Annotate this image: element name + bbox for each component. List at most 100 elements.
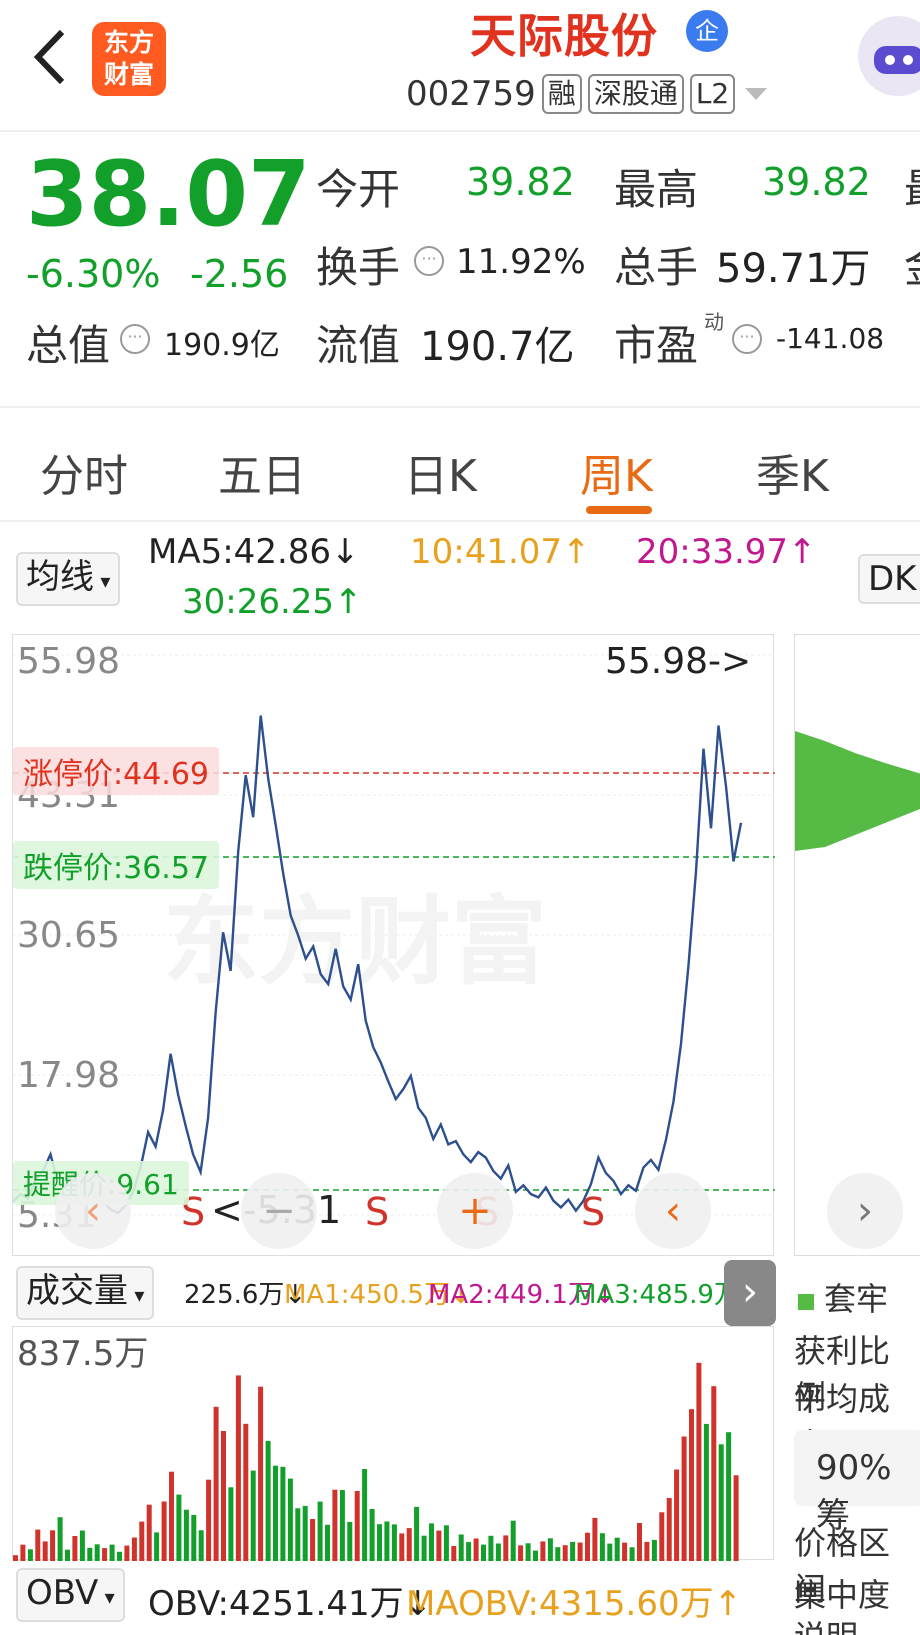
zoom-out-button[interactable]: − xyxy=(241,1173,317,1249)
tag-margin: 融 xyxy=(541,74,582,114)
volume-bar xyxy=(295,1508,301,1561)
dropdown-triangle-icon xyxy=(745,88,768,100)
volume-label: 总手 xyxy=(614,243,699,292)
float-value-label: 流值 xyxy=(316,321,401,370)
info-icon[interactable]: ··· xyxy=(414,246,444,276)
volume-bar xyxy=(310,1519,316,1561)
volume-bar xyxy=(674,1469,680,1561)
volume-bar xyxy=(458,1534,464,1561)
volume-bar xyxy=(481,1544,486,1562)
volume-bar xyxy=(124,1545,130,1561)
float-value: 190.7亿 xyxy=(420,324,575,370)
volume-bar xyxy=(265,1440,271,1561)
kline-chart[interactable]: 东方财富 55.9843.3130.6517.985.31 55.98-> <-… xyxy=(12,634,775,1256)
zoom-in-button[interactable]: + xyxy=(437,1173,513,1249)
volume-bar xyxy=(176,1494,182,1561)
chevron-right-icon[interactable]: › xyxy=(827,1173,903,1249)
info-icon[interactable]: ··· xyxy=(732,324,762,354)
volume-bar xyxy=(280,1466,286,1561)
open-label: 今开 xyxy=(316,165,401,214)
volume-bar xyxy=(302,1505,308,1561)
ma30-value: 30:26.25↑ xyxy=(182,582,363,622)
volume-selector[interactable]: 成交量 ▾ xyxy=(16,1266,155,1320)
maobv-value: MAOBV:4315.60万↑ xyxy=(406,1584,743,1624)
chip-profile xyxy=(795,731,920,851)
obv-value: OBV:4251.41万↓ xyxy=(148,1584,433,1624)
tab-daily-k[interactable]: 日K xyxy=(404,440,477,504)
volume-bar xyxy=(250,1470,256,1561)
volume-bar xyxy=(191,1514,197,1561)
assistant-avatar-icon[interactable] xyxy=(858,16,920,96)
volume-bar xyxy=(518,1545,524,1561)
volume-bar xyxy=(169,1471,174,1561)
tab-five-day[interactable]: 五日 xyxy=(218,440,306,504)
prev-page-button[interactable]: ‹ xyxy=(635,1173,711,1249)
volume-bar xyxy=(540,1541,546,1561)
y-tick-label: 30.65 xyxy=(17,915,120,956)
volume-bar xyxy=(637,1523,642,1561)
tab-quarterly-k[interactable]: 季K xyxy=(756,440,829,504)
ma10-value: 10:41.07↑ xyxy=(410,532,591,572)
volume-bar xyxy=(221,1431,226,1561)
volume-bar xyxy=(399,1533,405,1561)
dk-button[interactable]: DK xyxy=(858,554,920,604)
volume-bar xyxy=(258,1386,264,1561)
chevron-left-icon xyxy=(33,29,65,85)
high-label: 最高 xyxy=(614,165,699,214)
obv-selector[interactable]: OBV ▾ xyxy=(16,1568,125,1622)
volume-bar xyxy=(473,1538,479,1561)
volume-bar xyxy=(533,1550,538,1561)
volume-bar xyxy=(585,1532,590,1561)
chip-percent-selector[interactable]: 90%筹 xyxy=(794,1430,920,1536)
volume-bar xyxy=(332,1489,338,1561)
tag-connect: 深股通 xyxy=(587,74,684,114)
volume-bar xyxy=(13,1555,18,1562)
tab-weekly-k[interactable]: 周K xyxy=(580,440,653,504)
chip-distribution-panel: › xyxy=(794,634,920,1256)
volume-bar xyxy=(696,1362,702,1561)
volume-bar xyxy=(503,1535,509,1561)
scroll-left-button[interactable]: ‹ xyxy=(55,1173,131,1249)
tag-l2: L2 xyxy=(689,74,736,114)
volume-bar xyxy=(443,1525,449,1561)
volume-bar xyxy=(139,1521,145,1561)
app-logo: 东方 财富 xyxy=(92,22,166,96)
volume-svg: 837.5万 xyxy=(13,1334,739,1562)
limit-down-label: 跌停价:36.57 xyxy=(13,841,219,889)
volume-header-row: 成交量 ▾ 225.6万↓ MA1:450.5万↓ MA2:449.1万↓ MA… xyxy=(0,1260,920,1326)
volume-chart[interactable]: 837.5万 xyxy=(12,1326,774,1562)
stock-code-row[interactable]: 002759 融 深股通 L2 xyxy=(406,74,771,114)
volume-bar xyxy=(495,1543,501,1561)
volume-bar xyxy=(27,1549,33,1561)
ma-selector[interactable]: 均线 ▾ xyxy=(16,552,121,606)
volume-bar xyxy=(391,1524,397,1561)
volume-bar xyxy=(592,1517,598,1561)
obv-row: OBV ▾ OBV:4251.41万↓ MAOBV:4315.60万↑ xyxy=(0,1564,920,1634)
info-icon[interactable]: ··· xyxy=(120,324,150,354)
volume-bar xyxy=(414,1506,420,1561)
volume-bar xyxy=(20,1544,26,1561)
tab-intraday[interactable]: 分时 xyxy=(40,440,128,504)
max-annotation: 55.98-> xyxy=(605,641,751,682)
legend-swatch xyxy=(798,1294,814,1310)
turnover-value: 11.92% xyxy=(456,242,586,282)
volume-bar xyxy=(562,1545,568,1561)
volume-bar xyxy=(243,1423,249,1561)
logo-line2: 财富 xyxy=(103,60,154,89)
volume-value: 59.71万 xyxy=(716,246,871,292)
volume-bar xyxy=(547,1538,553,1561)
current-price: 38.07 xyxy=(26,142,311,247)
cut-label-2: 金 xyxy=(904,234,920,295)
y-tick-label: 55.98 xyxy=(17,641,120,682)
volume-bar xyxy=(347,1521,353,1561)
volume-bar xyxy=(198,1530,204,1561)
volume-bar xyxy=(406,1528,412,1561)
volume-bar xyxy=(235,1375,241,1561)
indicator-next-button[interactable]: › xyxy=(724,1260,776,1326)
back-button[interactable] xyxy=(26,22,76,92)
volume-bar xyxy=(577,1542,583,1561)
volume-selector-label: 成交量 xyxy=(26,1271,128,1311)
volume-bar xyxy=(65,1549,70,1561)
volume-bar xyxy=(607,1543,613,1561)
volume-bar xyxy=(161,1501,167,1561)
